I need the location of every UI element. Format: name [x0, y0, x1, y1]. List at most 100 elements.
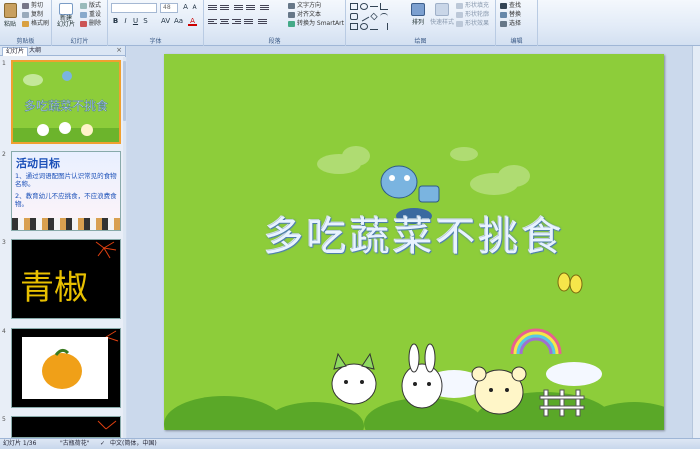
- text-direction-icon: [288, 2, 295, 9]
- smartart-button[interactable]: 转换为 SmartArt: [288, 19, 344, 28]
- butterfly-icon: [557, 272, 583, 294]
- thumb-2-animals-strip: [12, 218, 120, 230]
- decrease-indent-icon[interactable]: [234, 4, 243, 12]
- scissors-icon: [22, 2, 29, 9]
- font-color-button[interactable]: A: [188, 17, 197, 26]
- reset-button[interactable]: 重设: [80, 10, 101, 19]
- align-right-icon[interactable]: [232, 18, 241, 26]
- reset-icon: [80, 11, 87, 18]
- quick-styles-button[interactable]: 快速样式: [430, 3, 454, 26]
- delete-button[interactable]: 删除: [80, 19, 101, 28]
- layout-button[interactable]: 版式: [80, 1, 101, 10]
- tab-slides[interactable]: 幻灯片: [2, 47, 29, 56]
- slide-thumbnail-5[interactable]: [11, 416, 121, 438]
- shapes-gallery[interactable]: [350, 3, 402, 33]
- strikethrough-button[interactable]: S: [141, 17, 150, 26]
- rectangle-shape-icon[interactable]: [350, 3, 358, 10]
- shape-effects-button[interactable]: 形状效果: [456, 19, 489, 28]
- italic-button[interactable]: I: [121, 17, 130, 26]
- paste-icon: [3, 3, 17, 18]
- slide-title[interactable]: 多吃蔬菜不挑食: [164, 204, 664, 262]
- thumb-2-line-1: 1、通过词语配图片认识常见的食物名称。: [15, 172, 117, 188]
- slide-thumbnail-3[interactable]: 青椒: [11, 239, 121, 319]
- smiley-shape-icon[interactable]: [360, 23, 368, 30]
- thumb-number: 3: [2, 239, 6, 246]
- drawing-label: 绘图: [414, 38, 427, 45]
- slide-canvas[interactable]: 多吃蔬菜不挑食: [164, 54, 664, 430]
- format-painter-button[interactable]: 格式刷: [22, 19, 49, 28]
- columns-icon[interactable]: [258, 18, 267, 26]
- quick-styles-icon: [435, 3, 449, 16]
- char-spacing-button[interactable]: AV: [161, 17, 170, 26]
- shrink-font-button[interactable]: A: [190, 3, 199, 12]
- arrange-button[interactable]: 排列: [408, 3, 428, 26]
- copy-icon: [22, 11, 29, 18]
- paste-button[interactable]: 粘贴: [2, 3, 18, 28]
- align-text-button[interactable]: 对齐文本: [288, 10, 321, 19]
- language-indicator[interactable]: 中文(简体，中国): [110, 439, 157, 449]
- brace-shape-icon[interactable]: [380, 23, 388, 30]
- align-text-icon: [288, 11, 295, 18]
- slides-label: 幻灯片: [70, 38, 89, 45]
- replace-icon: [500, 11, 507, 18]
- elbow-shape-icon[interactable]: [380, 3, 388, 10]
- curve-shape-icon[interactable]: [370, 23, 378, 30]
- font-name-field[interactable]: [111, 3, 157, 13]
- cut-button[interactable]: 剪切: [22, 1, 43, 10]
- bold-button[interactable]: B: [111, 17, 120, 26]
- justify-icon[interactable]: [244, 18, 253, 26]
- font-label: 字体: [149, 38, 162, 45]
- thumb-3-text: 青椒: [20, 268, 88, 308]
- diamond-shape-icon[interactable]: [370, 12, 378, 21]
- increase-indent-icon[interactable]: [246, 4, 255, 12]
- textbox-shape-icon[interactable]: [350, 23, 358, 30]
- arc-shape-icon[interactable]: [380, 13, 388, 20]
- close-icon[interactable]: ×: [116, 46, 122, 54]
- slide-thumbnail-4[interactable]: [11, 328, 121, 408]
- line-spacing-icon[interactable]: [260, 4, 269, 12]
- text-direction-button[interactable]: 文字方向: [288, 1, 321, 10]
- editing-group: 查找 替换 选择 编辑: [496, 0, 538, 46]
- thumb-number: 2: [2, 151, 6, 158]
- thumb-number: 1: [2, 60, 6, 67]
- effects-icon: [456, 20, 463, 27]
- clipboard-label: 剪贴板: [16, 38, 35, 45]
- new-slide-button[interactable]: 新建 幻灯片: [57, 3, 75, 28]
- thumb-number: 5: [2, 416, 6, 423]
- thumb-2-line-2: 2、教育幼儿不应挑食，不应浪费食物。: [15, 192, 117, 208]
- thumb-1-title: 多吃蔬菜不挑食: [24, 98, 108, 113]
- shape-fill-button[interactable]: 形状填充: [456, 1, 489, 10]
- editor-scrollbar[interactable]: [692, 46, 700, 438]
- slide-thumbnail-1[interactable]: 多吃蔬菜不挑食: [11, 60, 121, 144]
- arrange-icon: [411, 3, 425, 16]
- font-size-field[interactable]: 48: [160, 3, 178, 13]
- replace-button[interactable]: 替换: [500, 10, 521, 19]
- tab-outline[interactable]: 大纲: [26, 47, 44, 56]
- panel-scroll-thumb[interactable]: [123, 61, 126, 121]
- select-button[interactable]: 选择: [500, 19, 521, 28]
- thumb-5-art: [97, 420, 117, 430]
- align-center-icon[interactable]: [220, 18, 229, 26]
- line-shape-icon[interactable]: [370, 6, 378, 7]
- copy-button[interactable]: 复制: [22, 10, 43, 19]
- find-button[interactable]: 查找: [500, 1, 521, 10]
- oval-shape-icon[interactable]: [360, 3, 368, 10]
- font-group: 48 A A B I U S AV Aa A 字体: [108, 0, 204, 46]
- drawing-group: 排列 快速样式 形状填充 形状轮廓 形状效果 绘图: [346, 0, 496, 46]
- paragraph-group: 文字方向 对齐文本 转换为 SmartArt 段落: [204, 0, 346, 46]
- grow-font-button[interactable]: A: [181, 3, 190, 12]
- slide-thumbnail-2[interactable]: 活动目标 1、通过词语配图片认识常见的食物名称。 2、教育幼儿不应挑食，不应浪费…: [11, 151, 121, 231]
- align-left-icon[interactable]: [208, 18, 217, 26]
- spell-check-icon[interactable]: ✓: [100, 439, 105, 449]
- change-case-button[interactable]: Aa: [174, 17, 183, 26]
- shape-outline-button[interactable]: 形状轮廓: [456, 10, 489, 19]
- bullets-icon[interactable]: [208, 4, 217, 12]
- clipboard-group: 粘贴 剪切 复制 格式刷 剪贴板: [0, 0, 52, 46]
- numbering-icon[interactable]: [220, 4, 229, 12]
- rabbit-character-icon: [401, 343, 443, 409]
- underline-button[interactable]: U: [131, 17, 140, 26]
- editing-label: 编辑: [510, 38, 523, 45]
- arrow-shape-icon[interactable]: [358, 11, 370, 22]
- rounded-rect-shape-icon[interactable]: [350, 13, 358, 20]
- panel-scrollbar[interactable]: [123, 57, 126, 438]
